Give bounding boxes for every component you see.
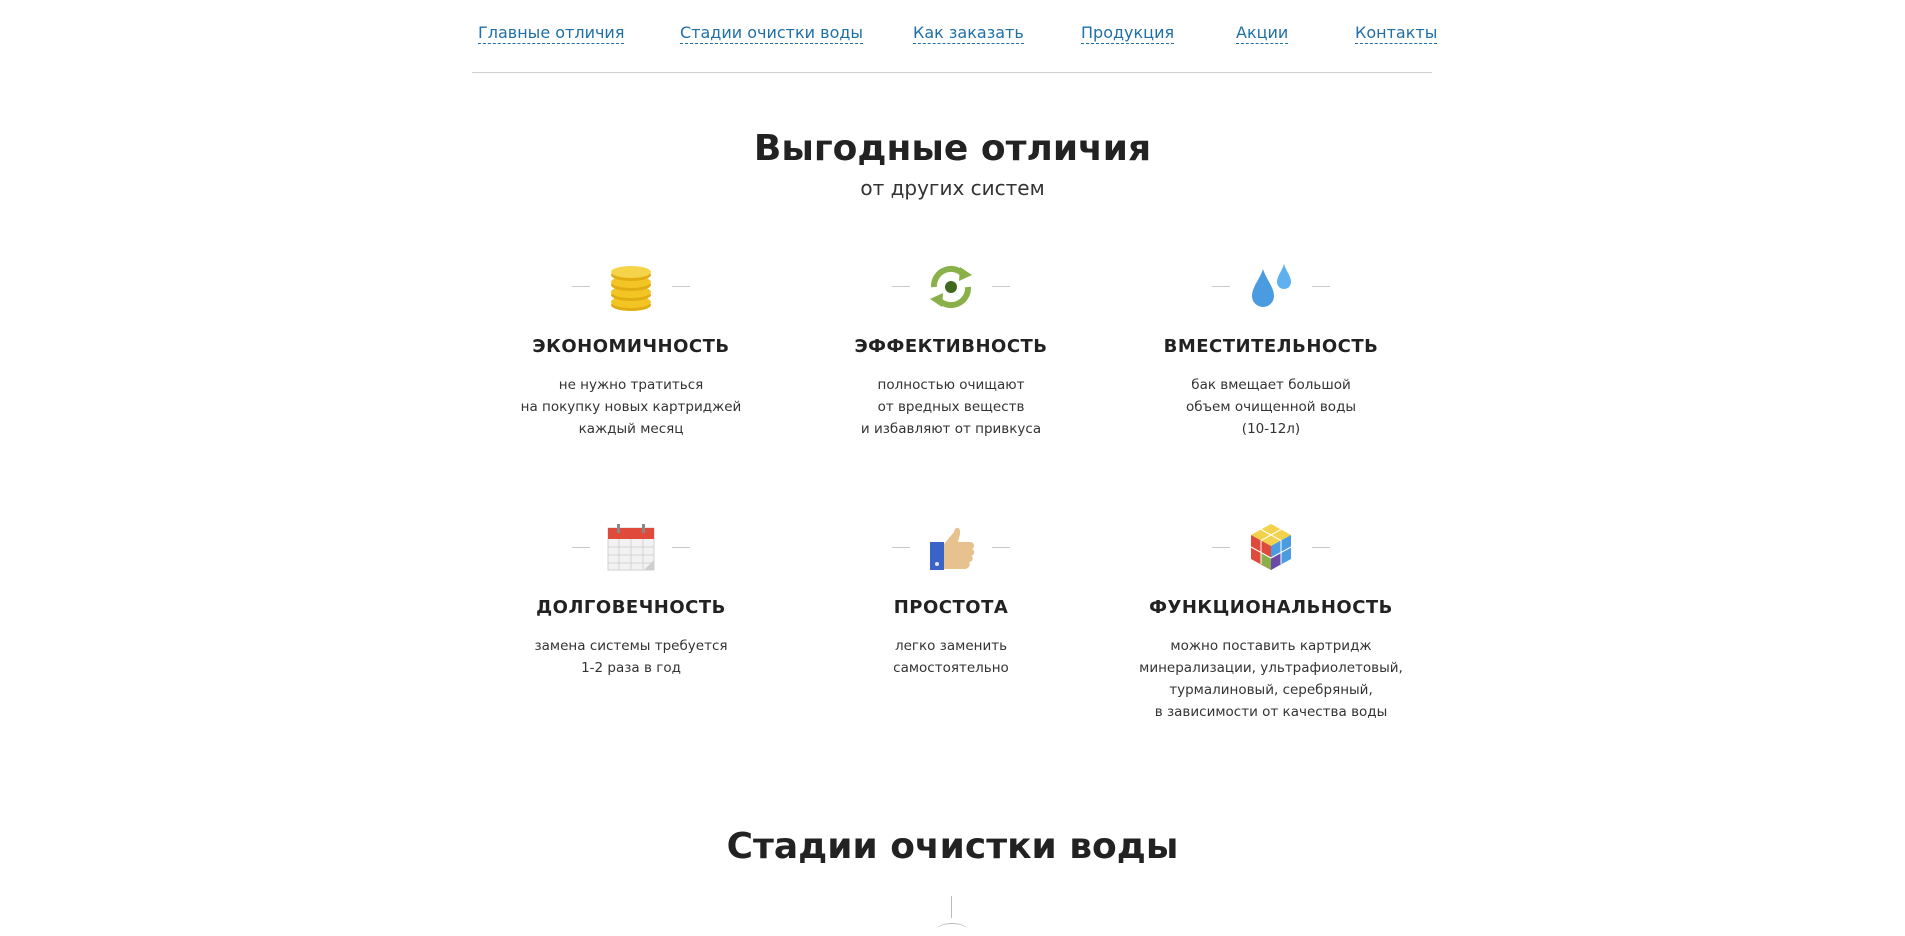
feature-desc-line: (10-12л) (1241, 421, 1301, 437)
feature-desc-line: замена системы требуется (534, 638, 728, 654)
feature-desc-line: легко заменить (894, 638, 1008, 654)
coins-icon (611, 266, 651, 311)
feature-desc-line: самостоятельно (893, 660, 1009, 676)
nav-link-promotions[interactable]: Акции (1236, 24, 1289, 44)
feature-desc-line: не нужно тратиться (558, 377, 704, 393)
feature-desc-line: бак вмещает большой (1191, 377, 1351, 393)
nav-link-products[interactable]: Продукция (1081, 24, 1175, 44)
stages-title: Стадии очистки воды (726, 826, 1179, 867)
feature-title: ФУНКЦИОНАЛЬНОСТЬ (1149, 597, 1393, 618)
water-drops-icon (1252, 264, 1291, 307)
feature-desc-line: от вредных веществ (877, 399, 1025, 415)
recycle-icon (930, 265, 972, 309)
feature-durability: ДОЛГОВЕЧНОСТЬ замена системы требуется 1… (471, 517, 791, 679)
top-navigation: Главные отличия Стадии очистки воды Как … (472, 0, 1438, 73)
nav-link-contacts[interactable]: Контакты (1355, 24, 1438, 44)
feature-description: полностью очищают от вредных веществ и и… (791, 374, 1111, 440)
cubes-icon (1250, 524, 1292, 570)
nav-link-how-to-order[interactable]: Как заказать (913, 24, 1024, 44)
feature-title: ЭКОНОМИЧНОСТЬ (532, 336, 730, 357)
stages-connector-line (951, 896, 952, 918)
feature-description: замена системы требуется 1-2 раза в год (471, 635, 791, 679)
nav-link-main-differences[interactable]: Главные отличия (478, 24, 625, 44)
benefits-subtitle: от других систем (860, 176, 1045, 200)
feature-description: можно поставить картридж минерализации, … (1111, 635, 1431, 723)
feature-desc-line: 1-2 раза в год (581, 660, 681, 676)
feature-title: ДОЛГОВЕЧНОСТЬ (536, 597, 726, 618)
feature-description: не нужно тратиться на покупку новых карт… (471, 374, 791, 440)
feature-desc-line: каждый месяц (578, 421, 684, 437)
feature-simplicity: ПРОСТОТА легко заменить самостоятельно (791, 517, 1111, 679)
nav-link-cleaning-stages[interactable]: Стадии очистки воды (680, 24, 864, 44)
feature-functionality: ФУНКЦИОНАЛЬНОСТЬ можно поставить картрид… (1111, 517, 1431, 723)
feature-description: бак вмещает большой объем очищенной воды… (1111, 374, 1431, 440)
feature-desc-line: и избавляют от привкуса (860, 421, 1042, 437)
feature-economy: ЭКОНОМИЧНОСТЬ не нужно тратиться на поку… (471, 256, 791, 440)
feature-desc-line: на покупку новых картриджей (520, 399, 742, 415)
feature-efficiency: ЭФФЕКТИВНОСТЬ полностью очищают от вредн… (791, 256, 1111, 440)
feature-title: ВМЕСТИТЕЛЬНОСТЬ (1163, 336, 1379, 357)
stages-connector-node (937, 923, 967, 936)
feature-desc-line: объем очищенной воды (1185, 399, 1357, 415)
feature-desc-line: полностью очищают (877, 377, 1025, 393)
feature-capacity: ВМЕСТИТЕЛЬНОСТЬ бак вмещает большой объе… (1111, 256, 1431, 440)
benefits-title: Выгодные отличия (753, 128, 1152, 169)
feature-desc-line: турмалиновый, серебряный, (1169, 682, 1373, 698)
feature-title: ЭФФЕКТИВНОСТЬ (854, 336, 1048, 357)
thumbs-up-icon (930, 527, 975, 570)
feature-desc-line: минерализации, ультрафиолетовый, (1139, 660, 1403, 676)
feature-desc-line: в зависимости от качества воды (1154, 704, 1388, 720)
feature-desc-line: можно поставить картридж (1170, 638, 1372, 654)
feature-title: ПРОСТОТА (893, 597, 1009, 618)
calendar-icon (607, 524, 655, 571)
feature-description: легко заменить самостоятельно (791, 635, 1111, 679)
